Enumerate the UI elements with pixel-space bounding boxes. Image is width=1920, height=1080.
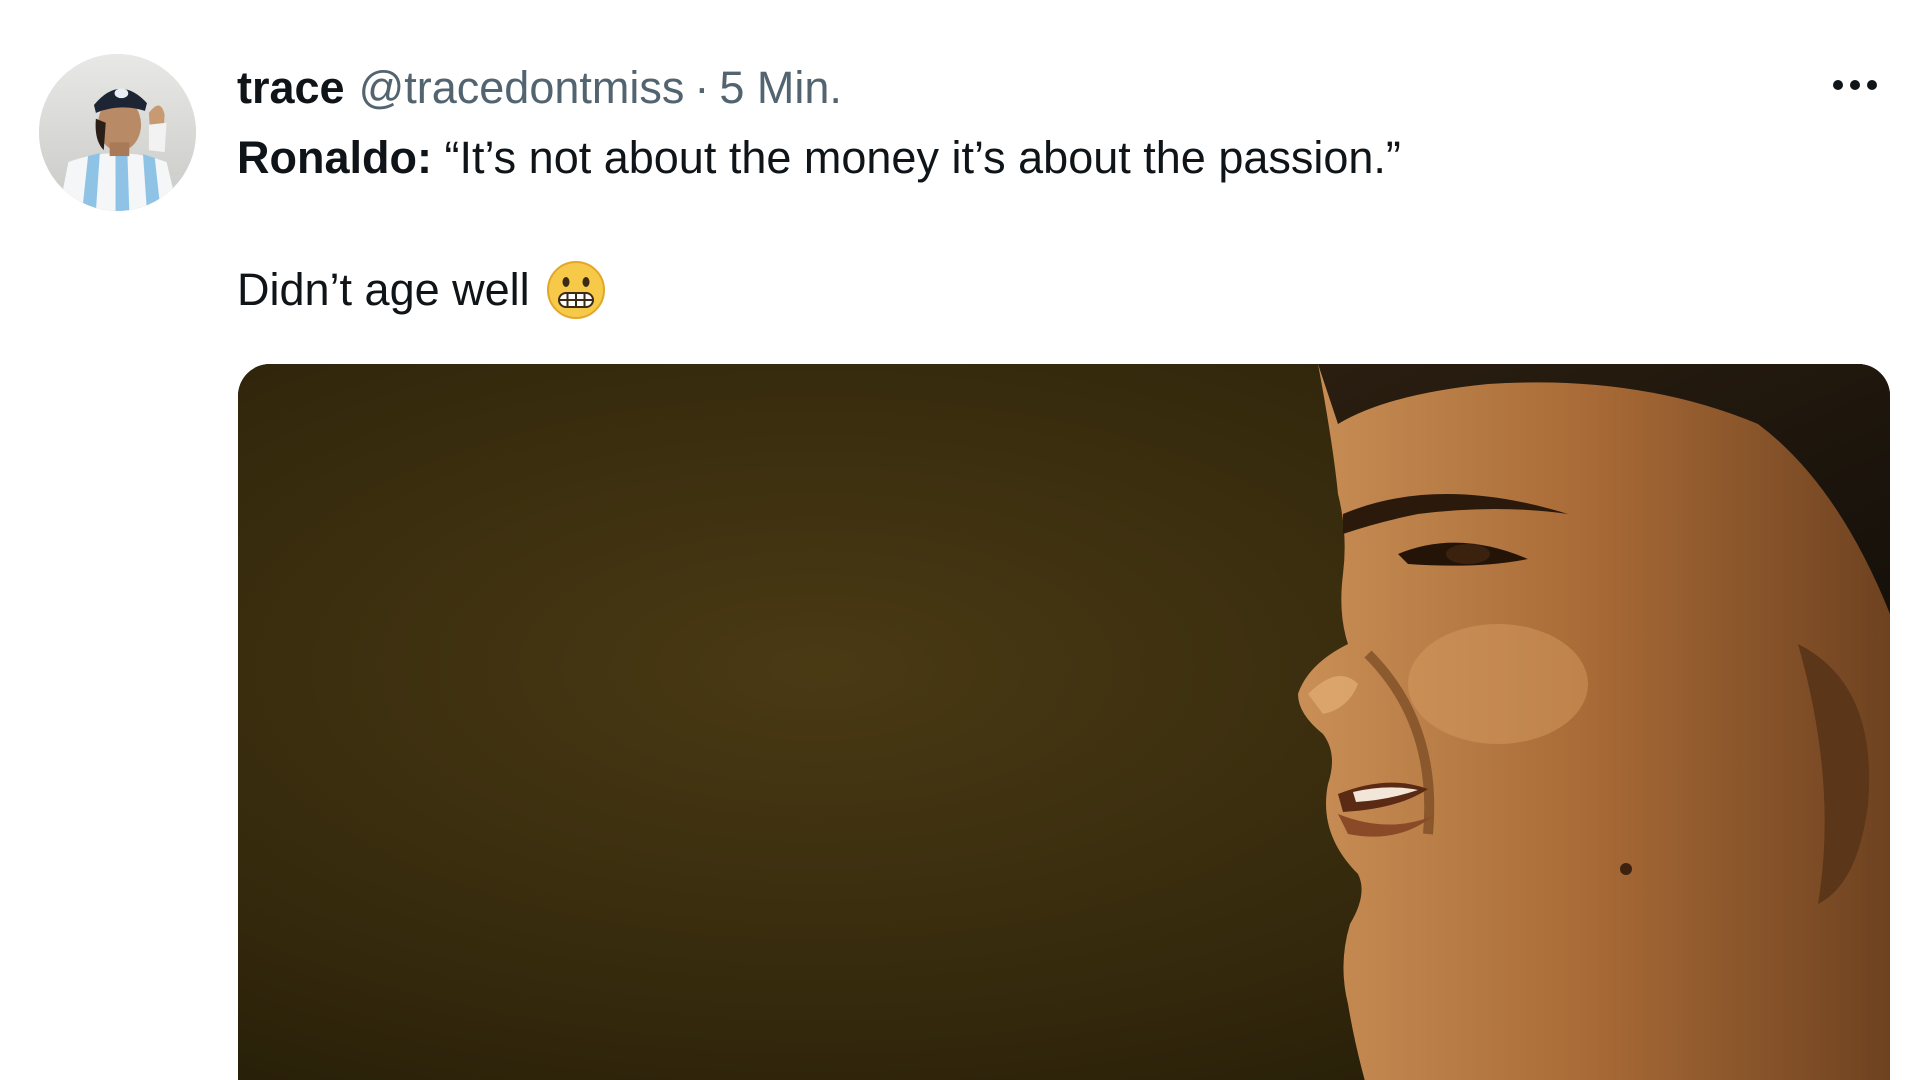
author-avatar[interactable] — [39, 54, 196, 211]
grimacing-face-emoji-icon — [546, 260, 606, 320]
tweet-media[interactable] — [238, 364, 1890, 1080]
tweet-text: Ronaldo: “It’s not about the money it’s … — [237, 128, 1877, 320]
more-horizontal-icon — [1833, 80, 1877, 90]
author-handle[interactable]: @tracedontmiss — [359, 62, 685, 114]
tweet-timestamp[interactable]: 5 Min. — [719, 62, 842, 114]
avatar-image — [39, 54, 196, 211]
header-separator: · — [694, 62, 710, 113]
more-options-button[interactable] — [1820, 62, 1890, 108]
tweet-quote: “It’s not about the money it’s about the… — [444, 132, 1401, 183]
tweet-speaker: Ronaldo: — [237, 132, 432, 183]
author-display-name[interactable]: trace — [237, 62, 345, 114]
media-image — [238, 364, 1890, 1080]
tweet-text-line-1: Ronaldo: “It’s not about the money it’s … — [237, 128, 1877, 188]
tweet-text-line-2: Didn’t age well — [237, 260, 1877, 320]
tweet[interactable]: trace @tracedontmiss · 5 Min. Ronaldo: “… — [0, 0, 1920, 1080]
tweet-comment: Didn’t age well — [237, 264, 530, 315]
tweet-header: trace @tracedontmiss · 5 Min. — [237, 58, 842, 118]
